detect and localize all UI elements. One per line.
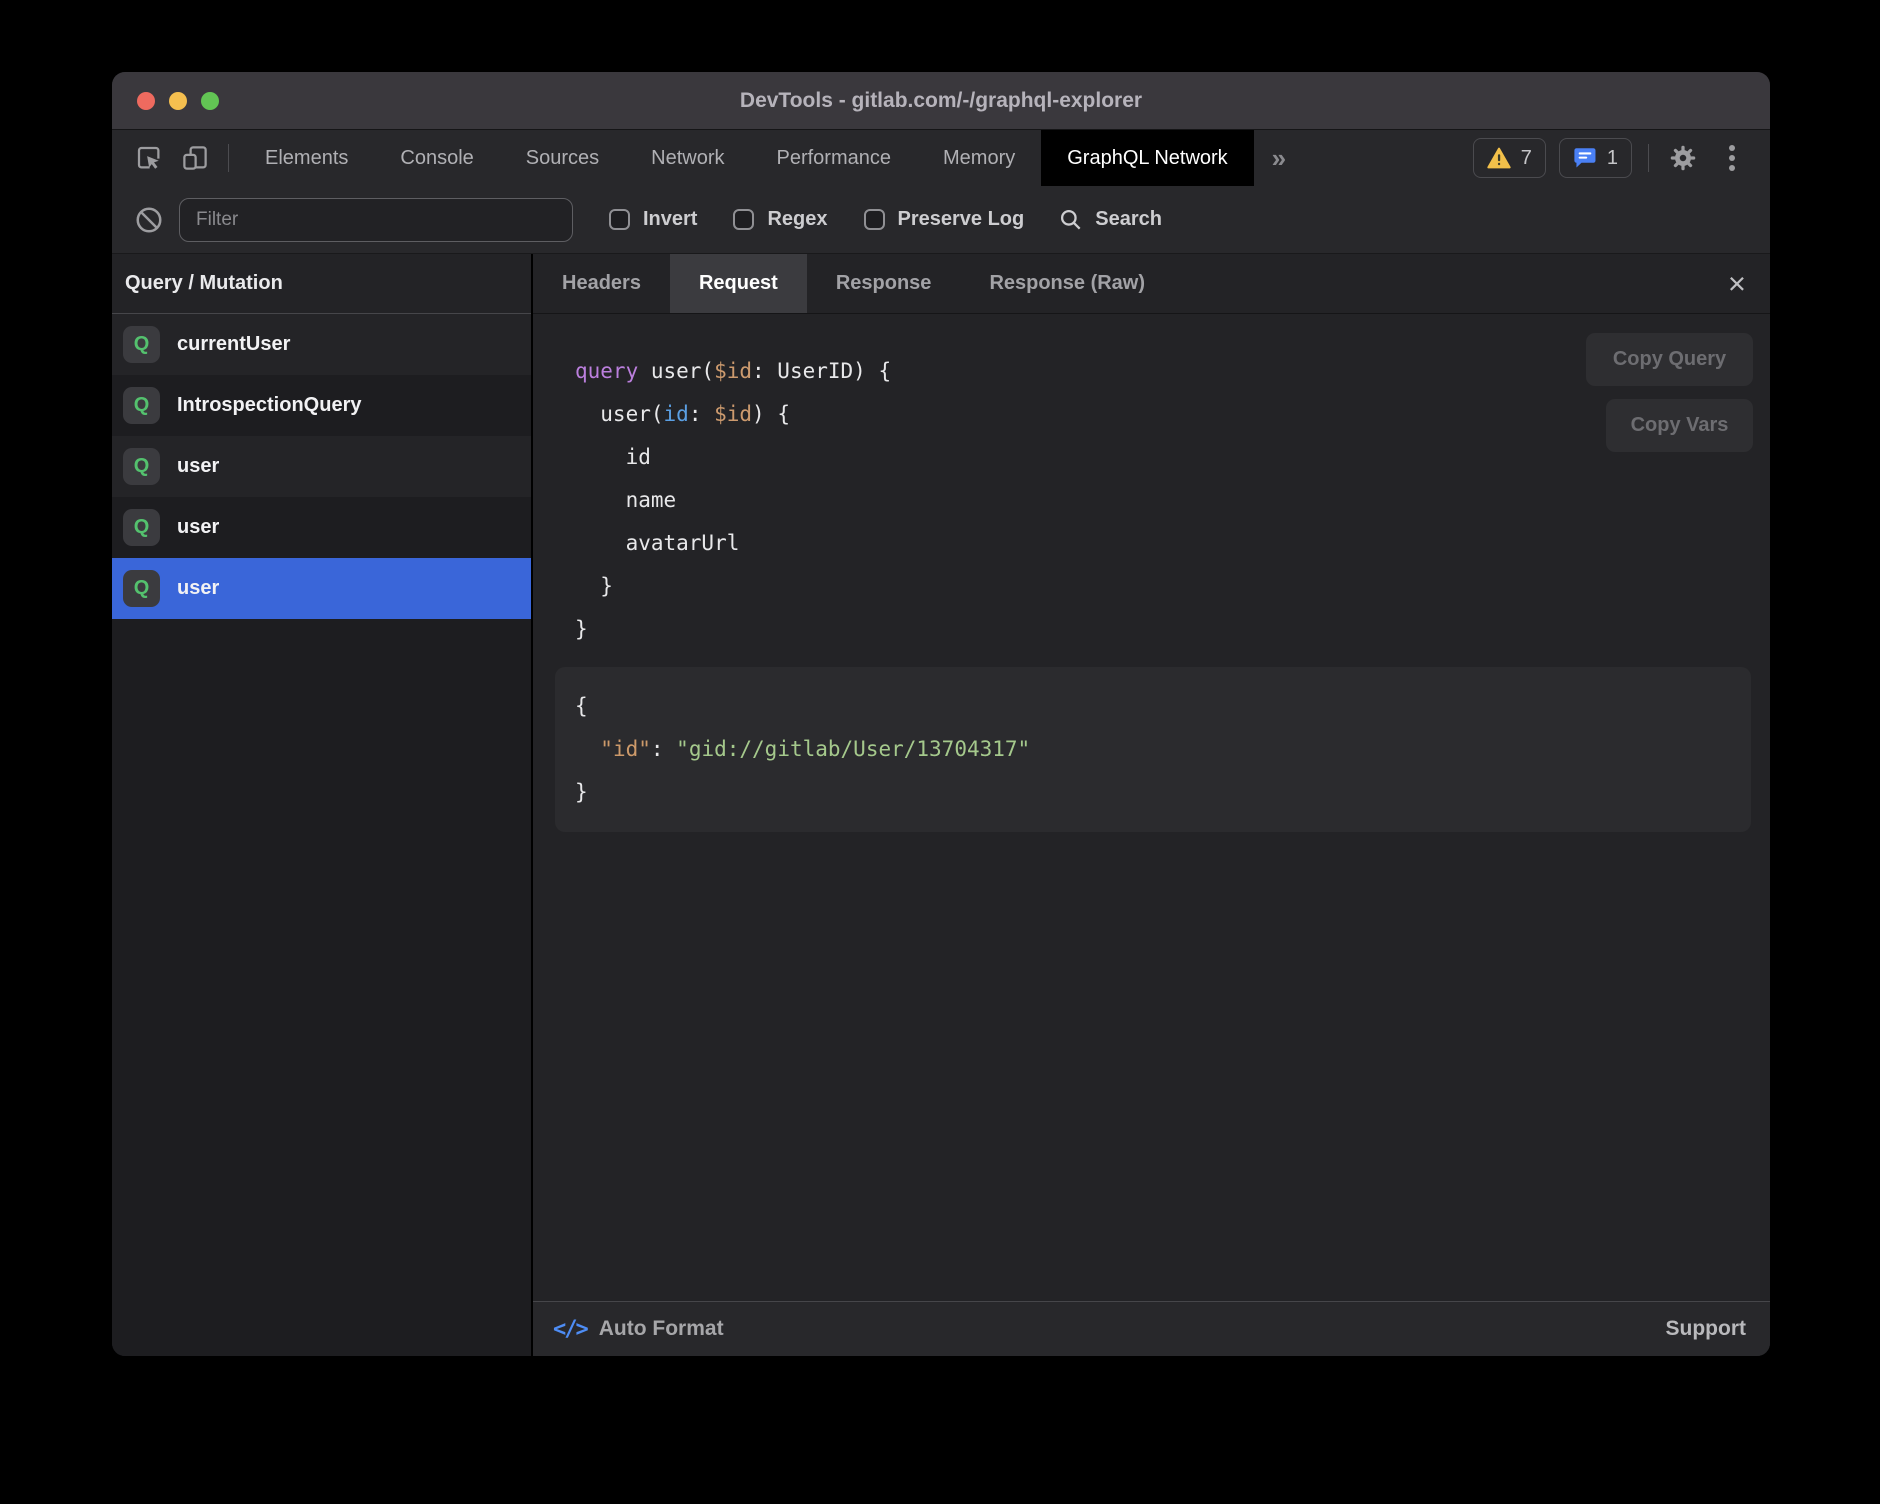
code-line: { (575, 685, 1731, 728)
devtools-window: DevTools - gitlab.com/-/graphql-explorer… (112, 72, 1770, 1356)
code-line: } (575, 608, 1770, 651)
detail-footer: </> Auto Format Support (533, 1301, 1770, 1356)
checkbox-strip: Invert Regex Preserve Log (573, 208, 1024, 231)
search-icon (1058, 207, 1084, 233)
checkbox-box (609, 209, 630, 230)
title-bar: DevTools - gitlab.com/-/graphql-explorer (112, 72, 1770, 130)
query-list-item-user-3[interactable]: Quser (112, 497, 531, 558)
tab-sources[interactable]: Sources (500, 130, 625, 186)
warning-icon (1487, 147, 1511, 169)
tab-elements[interactable]: Elements (239, 130, 374, 186)
checkbox-box (864, 209, 885, 230)
status-badges: 7 1 (1473, 130, 1770, 186)
detail-tab-response[interactable]: Response (807, 254, 961, 313)
traffic-lights (112, 92, 219, 110)
detail-tab-headers[interactable]: Headers (533, 254, 670, 313)
tab-graphql-network[interactable]: GraphQL Network (1041, 130, 1253, 186)
device-toolbar-icon[interactable] (178, 141, 212, 175)
tab-memory[interactable]: Memory (917, 130, 1041, 186)
close-detail-icon[interactable]: × (1704, 268, 1770, 299)
query-name-label: IntrospectionQuery (177, 394, 361, 417)
query-type-badge: Q (123, 387, 160, 424)
graphql-query-code: query user($id: UserID) { user(id: $id) … (575, 350, 1770, 651)
checkbox-label: Preserve Log (898, 208, 1025, 231)
copy-vars-button[interactable]: Copy Vars (1606, 399, 1753, 452)
query-variables-box: { "id": "gid://gitlab/User/13704317"} (555, 667, 1751, 832)
checkbox-preserve-log[interactable]: Preserve Log (864, 208, 1025, 231)
query-type-badge: Q (123, 570, 160, 607)
query-name-label: currentUser (177, 333, 290, 356)
checkbox-invert[interactable]: Invert (609, 208, 697, 231)
query-type-badge: Q (123, 509, 160, 546)
query-list-header: Query / Mutation (112, 254, 531, 314)
content-area: Query / Mutation QcurrentUserQIntrospect… (112, 254, 1770, 1356)
auto-format-label: Auto Format (599, 1317, 724, 1341)
more-options-dots-icon[interactable] (1714, 140, 1750, 176)
query-name-label: user (177, 455, 219, 478)
detail-tab-bar: HeadersRequestResponseResponse (Raw) × (533, 254, 1770, 314)
zoom-window-button[interactable] (201, 92, 219, 110)
query-list-panel: Query / Mutation QcurrentUserQIntrospect… (112, 254, 533, 1356)
main-tab-strip: ElementsConsoleSourcesNetworkPerformance… (239, 130, 1254, 186)
message-count: 1 (1607, 147, 1618, 170)
query-list-item-user-2[interactable]: Quser (112, 436, 531, 497)
copy-query-button[interactable]: Copy Query (1586, 333, 1753, 386)
query-list-item-user-4[interactable]: Quser (112, 558, 531, 619)
inspect-element-icon[interactable] (132, 141, 166, 175)
toolbar-separator (228, 144, 229, 172)
code-line: id (575, 436, 1770, 479)
code-line: name (575, 479, 1770, 522)
code-line: user(id: $id) { (575, 393, 1770, 436)
code-brackets-icon: </> (553, 1317, 587, 1342)
checkbox-label: Regex (767, 208, 827, 231)
detail-tab-response-raw[interactable]: Response (Raw) (960, 254, 1174, 313)
checkbox-label: Invert (643, 208, 697, 231)
settings-gear-icon[interactable] (1665, 140, 1701, 176)
more-tabs-chevron-icon[interactable]: » (1254, 143, 1304, 174)
support-link[interactable]: Support (1666, 1317, 1746, 1341)
filter-toolbar: Invert Regex Preserve Log Search (112, 186, 1770, 254)
query-name-label: user (177, 516, 219, 539)
code-line: "id": "gid://gitlab/User/13704317" (575, 728, 1731, 771)
query-list-item-currentuser-0[interactable]: QcurrentUser (112, 314, 531, 375)
tab-performance[interactable]: Performance (751, 130, 918, 186)
checkbox-regex[interactable]: Regex (733, 208, 827, 231)
auto-format-button[interactable]: </> Auto Format (553, 1317, 724, 1342)
code-line: avatarUrl (575, 522, 1770, 565)
badge-separator (1648, 144, 1649, 172)
query-list-item-introspectionquery-1[interactable]: Q IntrospectionQuery (112, 375, 531, 436)
request-detail-panel: HeadersRequestResponseResponse (Raw) × q… (533, 254, 1770, 1356)
detail-tab-strip: HeadersRequestResponseResponse (Raw) (533, 254, 1174, 313)
search-toggle[interactable]: Search (1058, 207, 1162, 233)
checkbox-box (733, 209, 754, 230)
code-line: } (575, 771, 1731, 814)
request-tab-content: query user($id: UserID) { user(id: $id) … (533, 314, 1770, 1301)
detail-tab-request[interactable]: Request (670, 254, 807, 313)
query-list: QcurrentUserQIntrospectionQueryQuserQuse… (112, 314, 531, 619)
issues-badge[interactable]: 1 (1559, 138, 1632, 178)
code-line: } (575, 565, 1770, 608)
warnings-badge[interactable]: 7 (1473, 138, 1546, 178)
warning-count: 7 (1521, 147, 1532, 170)
minimize-window-button[interactable] (169, 92, 187, 110)
filter-input[interactable] (179, 198, 573, 242)
tab-network[interactable]: Network (625, 130, 750, 186)
search-label: Search (1095, 208, 1162, 231)
query-type-badge: Q (123, 448, 160, 485)
close-window-button[interactable] (137, 92, 155, 110)
devtools-tab-bar: ElementsConsoleSourcesNetworkPerformance… (112, 130, 1770, 186)
message-icon (1573, 147, 1597, 169)
query-type-badge: Q (123, 326, 160, 363)
clear-block-icon[interactable] (134, 205, 164, 235)
window-title: DevTools - gitlab.com/-/graphql-explorer (112, 89, 1770, 113)
tab-console[interactable]: Console (374, 130, 499, 186)
query-name-label: user (177, 577, 219, 600)
